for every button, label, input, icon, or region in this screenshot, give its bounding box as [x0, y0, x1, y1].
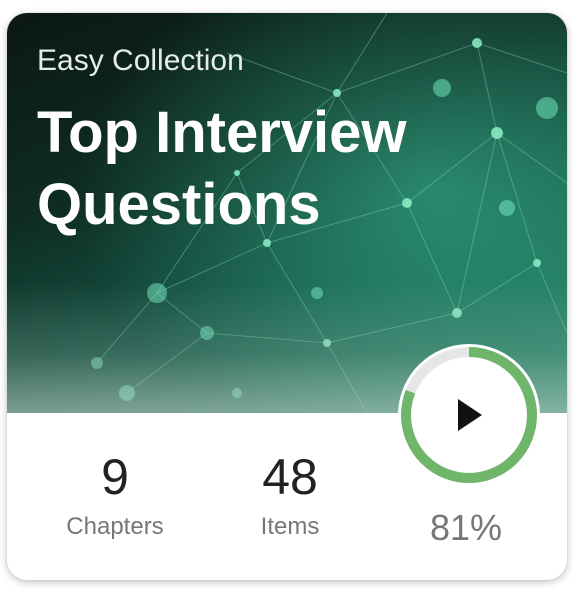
items-stat: 48 Items — [220, 449, 360, 541]
items-label: Items — [260, 513, 320, 540]
collection-title: Top Interview Questions — [37, 100, 407, 237]
chapters-count: 9 — [101, 449, 129, 505]
chapters-stat: 9 Chapters — [45, 449, 185, 541]
play-button[interactable] — [396, 342, 542, 488]
collection-subtitle: Easy Collection — [37, 44, 244, 77]
chapters-label: Chapters — [66, 513, 164, 540]
progress-percent: 81% — [429, 507, 503, 548]
progress-ring — [398, 344, 540, 486]
items-count: 48 — [262, 449, 318, 505]
collection-card[interactable]: Easy Collection Top Interview Questions … — [7, 13, 567, 580]
